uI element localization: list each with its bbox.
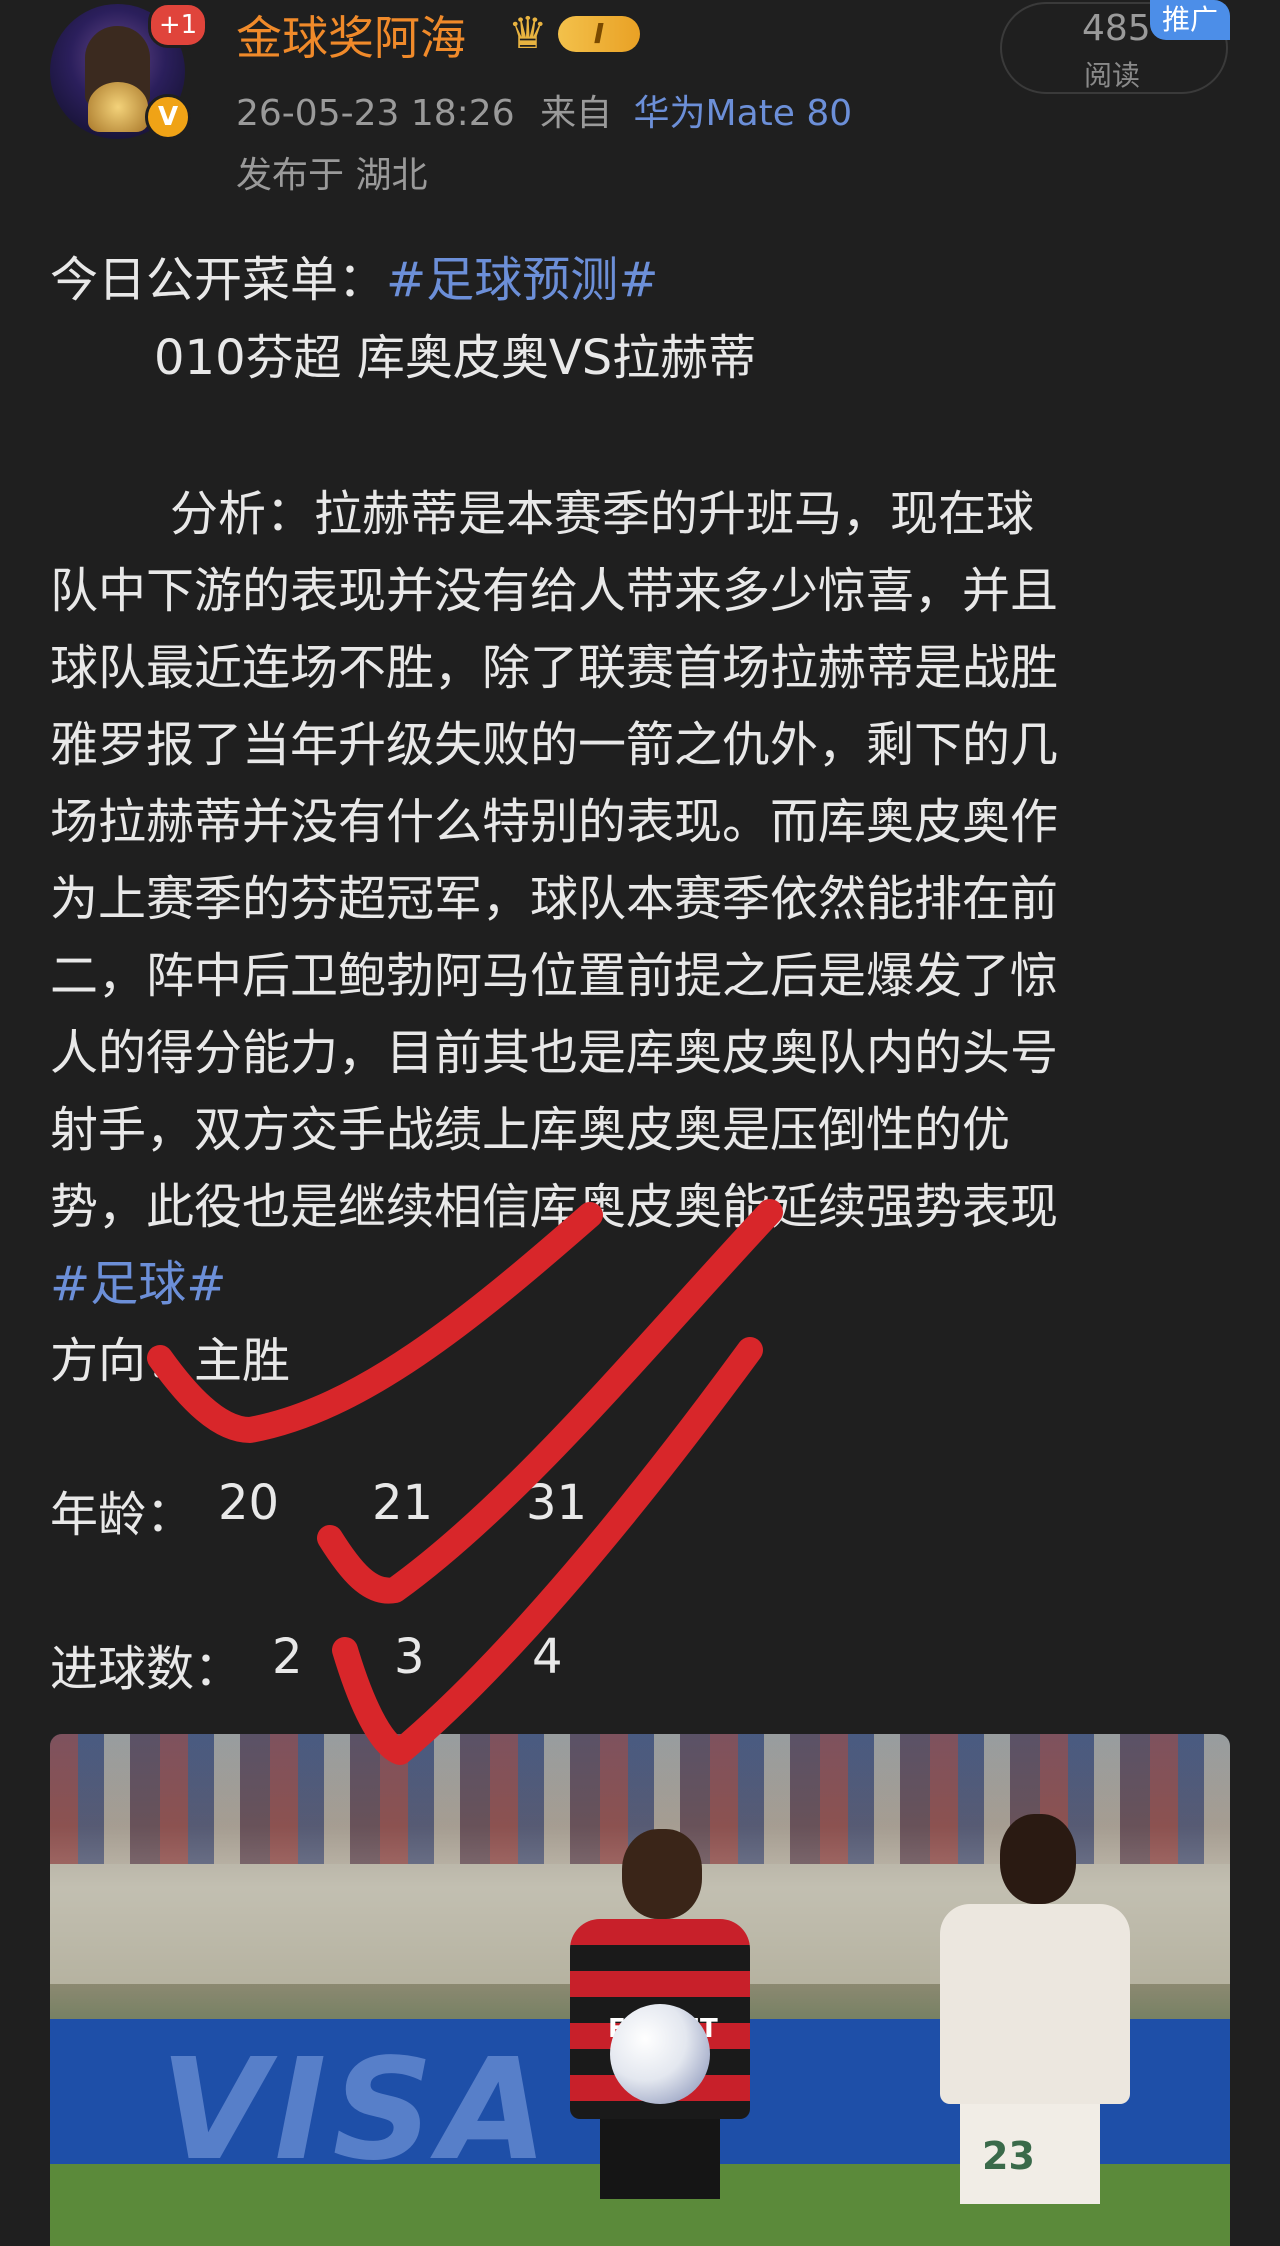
player-white: 23	[920, 1814, 1150, 2246]
post-location: 发布于 湖北	[236, 155, 428, 196]
age-value: 21	[372, 1475, 434, 1531]
post-timestamp: 26-05-23 18:26	[236, 93, 515, 134]
analysis-line: 射手，双方交手战绩上库奥皮奥是压倒性的优	[50, 1102, 1011, 1158]
read-count: 485	[1082, 8, 1151, 49]
analysis-line: 球队最近连场不胜，除了联赛首场拉赫蒂是战胜	[50, 640, 1059, 696]
analysis-line: 雅罗报了当年升级失败的一箭之仇外，剩下的几	[50, 717, 1059, 773]
goals-value: 3	[394, 1629, 425, 1685]
read-label: 阅读	[1084, 59, 1141, 92]
football-icon	[610, 2004, 710, 2104]
player-shirt	[940, 1904, 1130, 2104]
post-image[interactable]: VISA FLABET 23	[50, 1734, 1230, 2246]
source-prefix: 来自	[540, 93, 613, 134]
age-label: 年龄：	[50, 1487, 195, 1543]
goals-line: 进球数：	[50, 1629, 242, 1699]
match-line: 010芬超 库奥皮奥VS拉赫蒂	[154, 330, 757, 386]
analysis-line: 人的得分能力，目前其也是库奥皮奥队内的头号	[50, 1025, 1059, 1081]
analysis-line: 分析：拉赫蒂是本赛季的升班马，现在球	[170, 486, 1035, 542]
device-link[interactable]: 华为Mate 80	[634, 93, 853, 134]
age-line: 年龄：	[50, 1475, 194, 1545]
goals-label: 进球数：	[50, 1641, 243, 1697]
promote-tag[interactable]: 推广	[1150, 0, 1230, 40]
player-head	[1000, 1814, 1076, 1904]
age-value: 31	[526, 1475, 588, 1531]
topic-prediction-link[interactable]: #足球预测#	[386, 252, 658, 308]
player-head	[622, 1829, 702, 1919]
analysis-line: 势，此役也是继续相信库奥皮奥能延续强势表现	[50, 1179, 1059, 1235]
author-name[interactable]: 金球奖阿海	[236, 2, 466, 68]
analysis-line: 场拉赫蒂并没有什么特别的表现。而库奥皮奥作	[50, 794, 1059, 850]
vip-level: I	[558, 16, 640, 52]
analysis-line: 为上赛季的芬超冠军，球队本赛季依然能排在前	[50, 871, 1059, 927]
post-header: +1 V 金球奖阿海 ♛ I 26-05-23 18:26 来自 华为Mate …	[0, 0, 1280, 210]
analysis-line: 二，阵中后卫鲍勃阿马位置前提之后是爆发了惊	[50, 948, 1059, 1004]
goals-value: 4	[532, 1629, 563, 1685]
intro-line: 今日公开菜单：#足球预测#	[50, 240, 658, 310]
age-value: 20	[218, 1475, 280, 1531]
check-mark-icon	[332, 1337, 763, 1765]
intro-text: 今日公开菜单：	[50, 252, 387, 308]
analysis-line: 队中下游的表现并没有给人带来多少惊喜，并且	[50, 563, 1059, 619]
player-number: 23	[982, 2134, 1035, 2178]
check-mark-icon	[317, 1199, 783, 1604]
vip-badge[interactable]: ♛ I	[508, 10, 643, 58]
topic-football-link[interactable]: #足球#	[50, 1244, 226, 1314]
notification-badge: +1	[148, 2, 208, 48]
goals-value: 2	[272, 1629, 303, 1685]
player-shorts	[600, 2119, 720, 2199]
post-meta: 26-05-23 18:26 来自 华为Mate 80	[236, 84, 852, 136]
avatar-trophy-icon	[88, 82, 148, 132]
verified-icon: V	[145, 94, 191, 140]
direction-line: 方向：主胜	[50, 1333, 291, 1389]
